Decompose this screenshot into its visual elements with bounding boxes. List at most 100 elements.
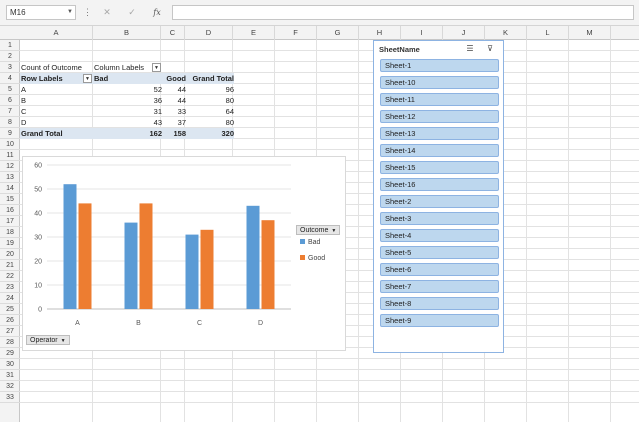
column-header[interactable]: M [569,26,611,40]
row-header[interactable]: 17 [0,216,20,227]
pivot-cell-total[interactable]: 80 [186,95,234,106]
pivot-col-header-total[interactable]: Grand Total [186,73,234,84]
pivot-col-header-good[interactable]: Good [162,73,186,84]
column-header[interactable]: H [359,26,401,40]
pivot-cell-total[interactable]: 64 [186,106,234,117]
row-header[interactable]: 24 [0,293,20,304]
row-header[interactable]: 3 [0,62,20,73]
column-header[interactable]: K [485,26,527,40]
name-box-dropdown-icon[interactable]: ▼ [64,5,76,20]
pivot-cell-good[interactable]: 44 [162,84,186,95]
pivot-grand-total-total[interactable]: 320 [186,128,234,139]
pivot-cell-label[interactable]: A [21,84,91,95]
pivot-grand-total-good[interactable]: 158 [162,128,186,139]
row-header[interactable]: 22 [0,271,20,282]
pivot-column-labels[interactable]: Column Labels [94,62,152,73]
slicer-item[interactable]: Sheet-3 [380,212,499,225]
pivot-grand-total-label[interactable]: Grand Total [21,128,91,139]
multi-select-icon[interactable]: ☰ [464,43,476,55]
pivot-grand-total-bad[interactable]: 162 [126,128,162,139]
row-header[interactable]: 29 [0,348,20,359]
column-header[interactable]: F [275,26,317,40]
insert-function-icon[interactable]: fx [150,5,164,20]
slicer-item[interactable]: Sheet-11 [380,93,499,106]
row-header[interactable]: 23 [0,282,20,293]
row-header[interactable]: 28 [0,337,20,348]
column-header[interactable]: I [401,26,443,40]
row-header[interactable]: 4 [0,73,20,84]
pivot-cell-label[interactable]: D [21,117,91,128]
pivot-cell-good[interactable]: 44 [162,95,186,106]
row-header[interactable]: 11 [0,150,20,161]
column-header[interactable]: E [233,26,275,40]
pivot-cell-total[interactable]: 96 [186,84,234,95]
clear-filter-icon[interactable]: ⊽ [484,43,496,55]
slicer-item[interactable]: Sheet-15 [380,161,499,174]
column-header[interactable]: G [317,26,359,40]
row-header[interactable]: 27 [0,326,20,337]
row-header[interactable]: 8 [0,117,20,128]
column-header[interactable]: L [527,26,569,40]
row-header[interactable]: 30 [0,359,20,370]
row-header[interactable]: 18 [0,227,20,238]
slicer-item[interactable]: Sheet-7 [380,280,499,293]
column-header[interactable]: J [443,26,485,40]
pivot-cell-bad[interactable]: 52 [126,84,162,95]
pivot-cell-label[interactable]: B [21,95,91,106]
slicer-item[interactable]: Sheet-13 [380,127,499,140]
column-header[interactable]: A [20,26,93,40]
row-header[interactable]: 14 [0,183,20,194]
pivot-row-labels[interactable]: Row Labels [21,73,83,84]
pivot-cell-good[interactable]: 37 [162,117,186,128]
slicer-item[interactable]: Sheet-16 [380,178,499,191]
row-header[interactable]: 21 [0,260,20,271]
legend-item-bad[interactable]: Bad [300,238,320,248]
pivot-cell-bad[interactable]: 36 [126,95,162,106]
pivot-chart[interactable]: 0 10 20 30 40 50 60 A B C D Outcome ▼ Bad Good Oper… [22,156,346,351]
row-header[interactable]: 31 [0,370,20,381]
column-header[interactable]: C [161,26,185,40]
slicer-item[interactable]: Sheet-12 [380,110,499,123]
pivot-values-label[interactable]: Count of Outcome [21,62,93,73]
row-header[interactable]: 1 [0,40,20,51]
column-labels-filter-icon[interactable]: ▼ [152,63,161,72]
row-header[interactable]: 19 [0,238,20,249]
row-header[interactable]: 26 [0,315,20,326]
row-header[interactable]: 16 [0,205,20,216]
row-header[interactable]: 13 [0,172,20,183]
slicer-item[interactable]: Sheet-4 [380,229,499,242]
row-labels-filter-icon[interactable]: ▼ [83,74,92,83]
legend-field-button[interactable]: Outcome ▼ [296,225,341,235]
row-header[interactable]: 2 [0,51,20,62]
row-header[interactable]: 10 [0,139,20,150]
slicer-item[interactable]: Sheet-14 [380,144,499,157]
slicer-item[interactable]: Sheet-5 [380,246,499,259]
enter-icon[interactable]: ✓ [125,5,139,20]
row-header[interactable]: 7 [0,106,20,117]
row-header[interactable]: 32 [0,381,20,392]
slicer-item[interactable]: Sheet-1 [380,59,499,72]
sheetname-slicer[interactable]: SheetName ☰ ⊽ Sheet-1 Sheet-10 Sheet-11 She… [373,40,504,353]
row-header[interactable]: 9 [0,128,20,139]
row-header[interactable]: 5 [0,84,20,95]
pivot-cell-total[interactable]: 80 [186,117,234,128]
more-options-icon[interactable]: ⋮ [83,5,92,20]
pivot-cell-label[interactable]: C [21,106,91,117]
pivot-cell-bad[interactable]: 43 [126,117,162,128]
row-header[interactable]: 33 [0,392,20,403]
row-header[interactable]: 12 [0,161,20,172]
slicer-item[interactable]: Sheet-8 [380,297,499,310]
pivot-cell-good[interactable]: 33 [162,106,186,117]
formula-input[interactable] [172,5,634,20]
slicer-item[interactable]: Sheet-2 [380,195,499,208]
slicer-item[interactable]: Sheet-10 [380,76,499,89]
slicer-item[interactable]: Sheet-6 [380,263,499,276]
cancel-icon[interactable]: ✕ [100,5,114,20]
pivot-cell-bad[interactable]: 31 [126,106,162,117]
slicer-item[interactable]: Sheet-9 [380,314,499,327]
axis-field-button[interactable]: Operator ▼ [26,335,70,345]
row-header[interactable]: 25 [0,304,20,315]
row-header[interactable]: 20 [0,249,20,260]
legend-item-good[interactable]: Good [300,254,325,264]
column-header[interactable]: D [185,26,233,40]
